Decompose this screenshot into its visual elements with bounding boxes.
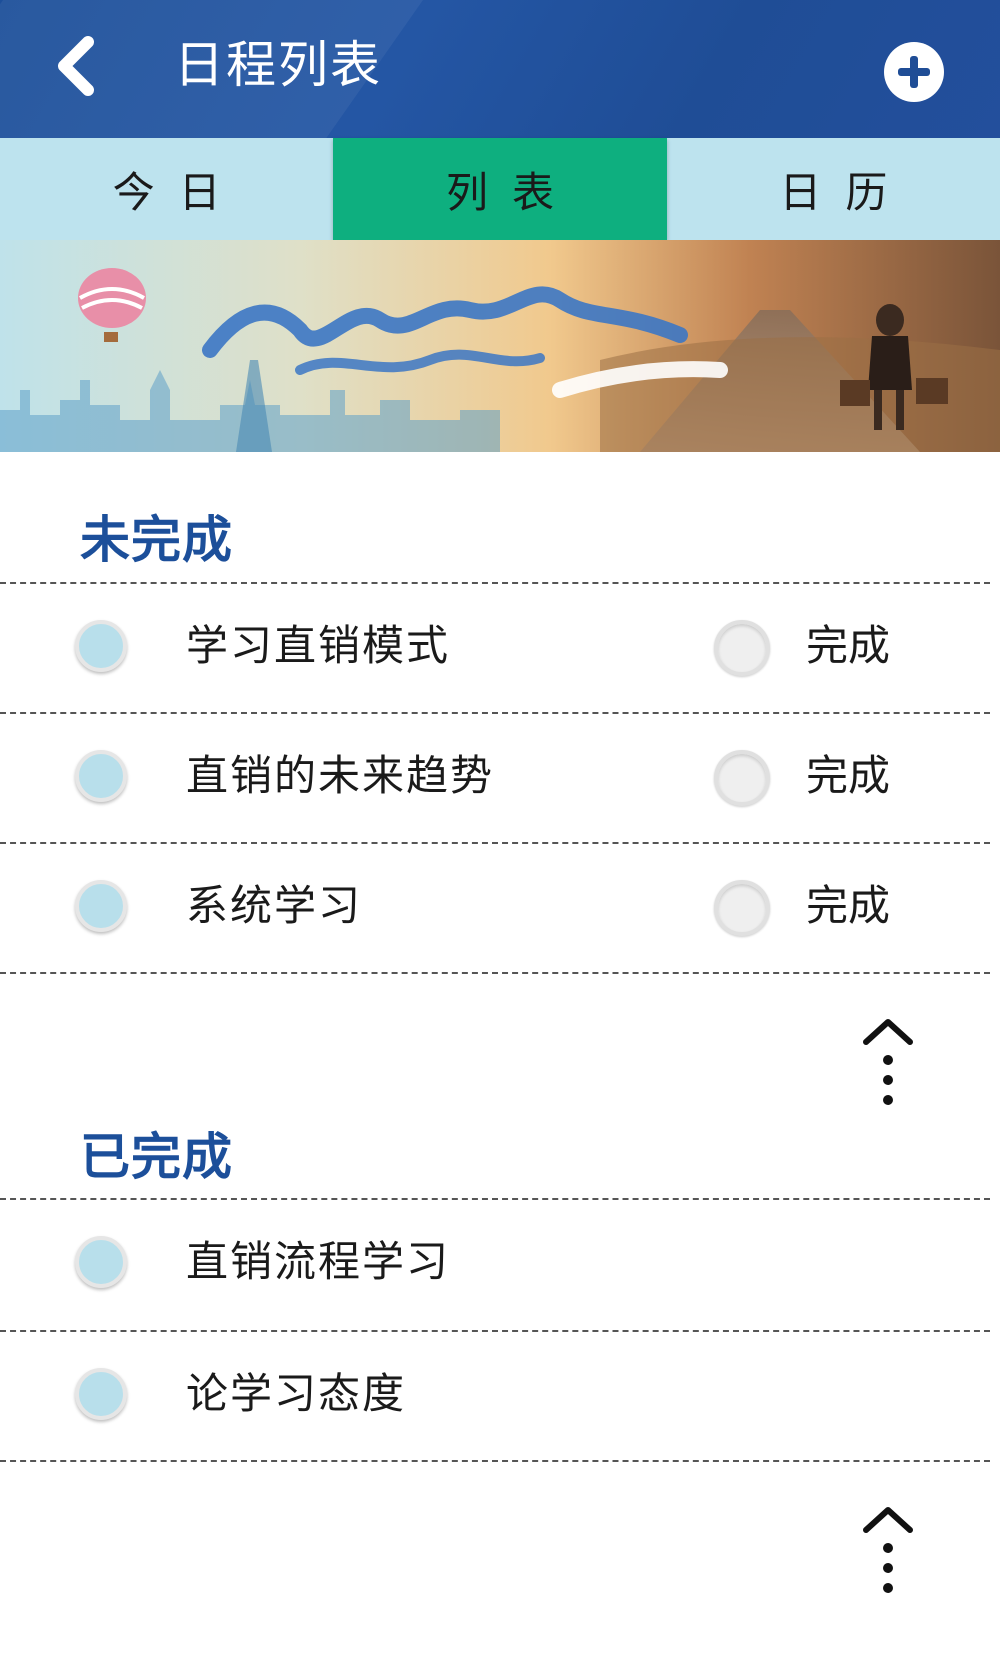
list-item: 直销流程学习 bbox=[0, 1200, 1000, 1326]
travel-banner bbox=[0, 240, 1000, 452]
tab-bar: 今日 列表 日历 bbox=[0, 138, 1000, 240]
complete-radio[interactable] bbox=[714, 750, 770, 806]
tab-list[interactable]: 列表 bbox=[333, 138, 667, 240]
tab-calendar[interactable]: 日历 bbox=[667, 138, 1000, 240]
app-header: 日程列表 bbox=[0, 0, 1000, 138]
list-item: 系统学习 完成 bbox=[0, 844, 1000, 970]
collapse-incomplete-button[interactable] bbox=[858, 1012, 918, 1112]
item-label: 学习直销模式 bbox=[186, 621, 451, 670]
complete-radio[interactable] bbox=[714, 880, 770, 936]
item-radio[interactable] bbox=[75, 1236, 127, 1288]
list-item: 论学习态度 bbox=[0, 1332, 1000, 1458]
complete-label[interactable]: 完成 bbox=[806, 744, 890, 808]
item-label: 系统学习 bbox=[186, 881, 363, 930]
collapse-up-icon bbox=[863, 1019, 913, 1105]
list-item: 学习直销模式 完成 bbox=[0, 584, 1000, 710]
item-label: 直销流程学习 bbox=[186, 1237, 451, 1286]
item-radio[interactable] bbox=[75, 750, 127, 802]
item-label: 论学习态度 bbox=[186, 1369, 407, 1418]
complete-label[interactable]: 完成 bbox=[806, 874, 890, 938]
item-radio[interactable] bbox=[75, 880, 127, 932]
item-label: 直销的未来趋势 bbox=[186, 751, 495, 800]
item-radio[interactable] bbox=[75, 1368, 127, 1420]
add-button[interactable] bbox=[884, 42, 944, 102]
collapse-completed-button[interactable] bbox=[858, 1500, 918, 1600]
chevron-left-icon bbox=[58, 36, 94, 96]
collapse-up-icon bbox=[863, 1507, 913, 1593]
divider bbox=[0, 972, 990, 974]
page-title: 日程列表 bbox=[174, 36, 382, 94]
tab-today[interactable]: 今日 bbox=[0, 138, 333, 240]
section-title-incomplete: 未完成 bbox=[80, 511, 233, 569]
list-item: 直销的未来趋势 完成 bbox=[0, 714, 1000, 840]
complete-label[interactable]: 完成 bbox=[806, 614, 890, 678]
item-radio[interactable] bbox=[75, 620, 127, 672]
divider bbox=[0, 1460, 990, 1462]
section-title-completed: 已完成 bbox=[80, 1128, 233, 1186]
back-button[interactable] bbox=[50, 34, 106, 98]
banner-illustration bbox=[0, 268, 1000, 452]
complete-radio[interactable] bbox=[714, 620, 770, 676]
